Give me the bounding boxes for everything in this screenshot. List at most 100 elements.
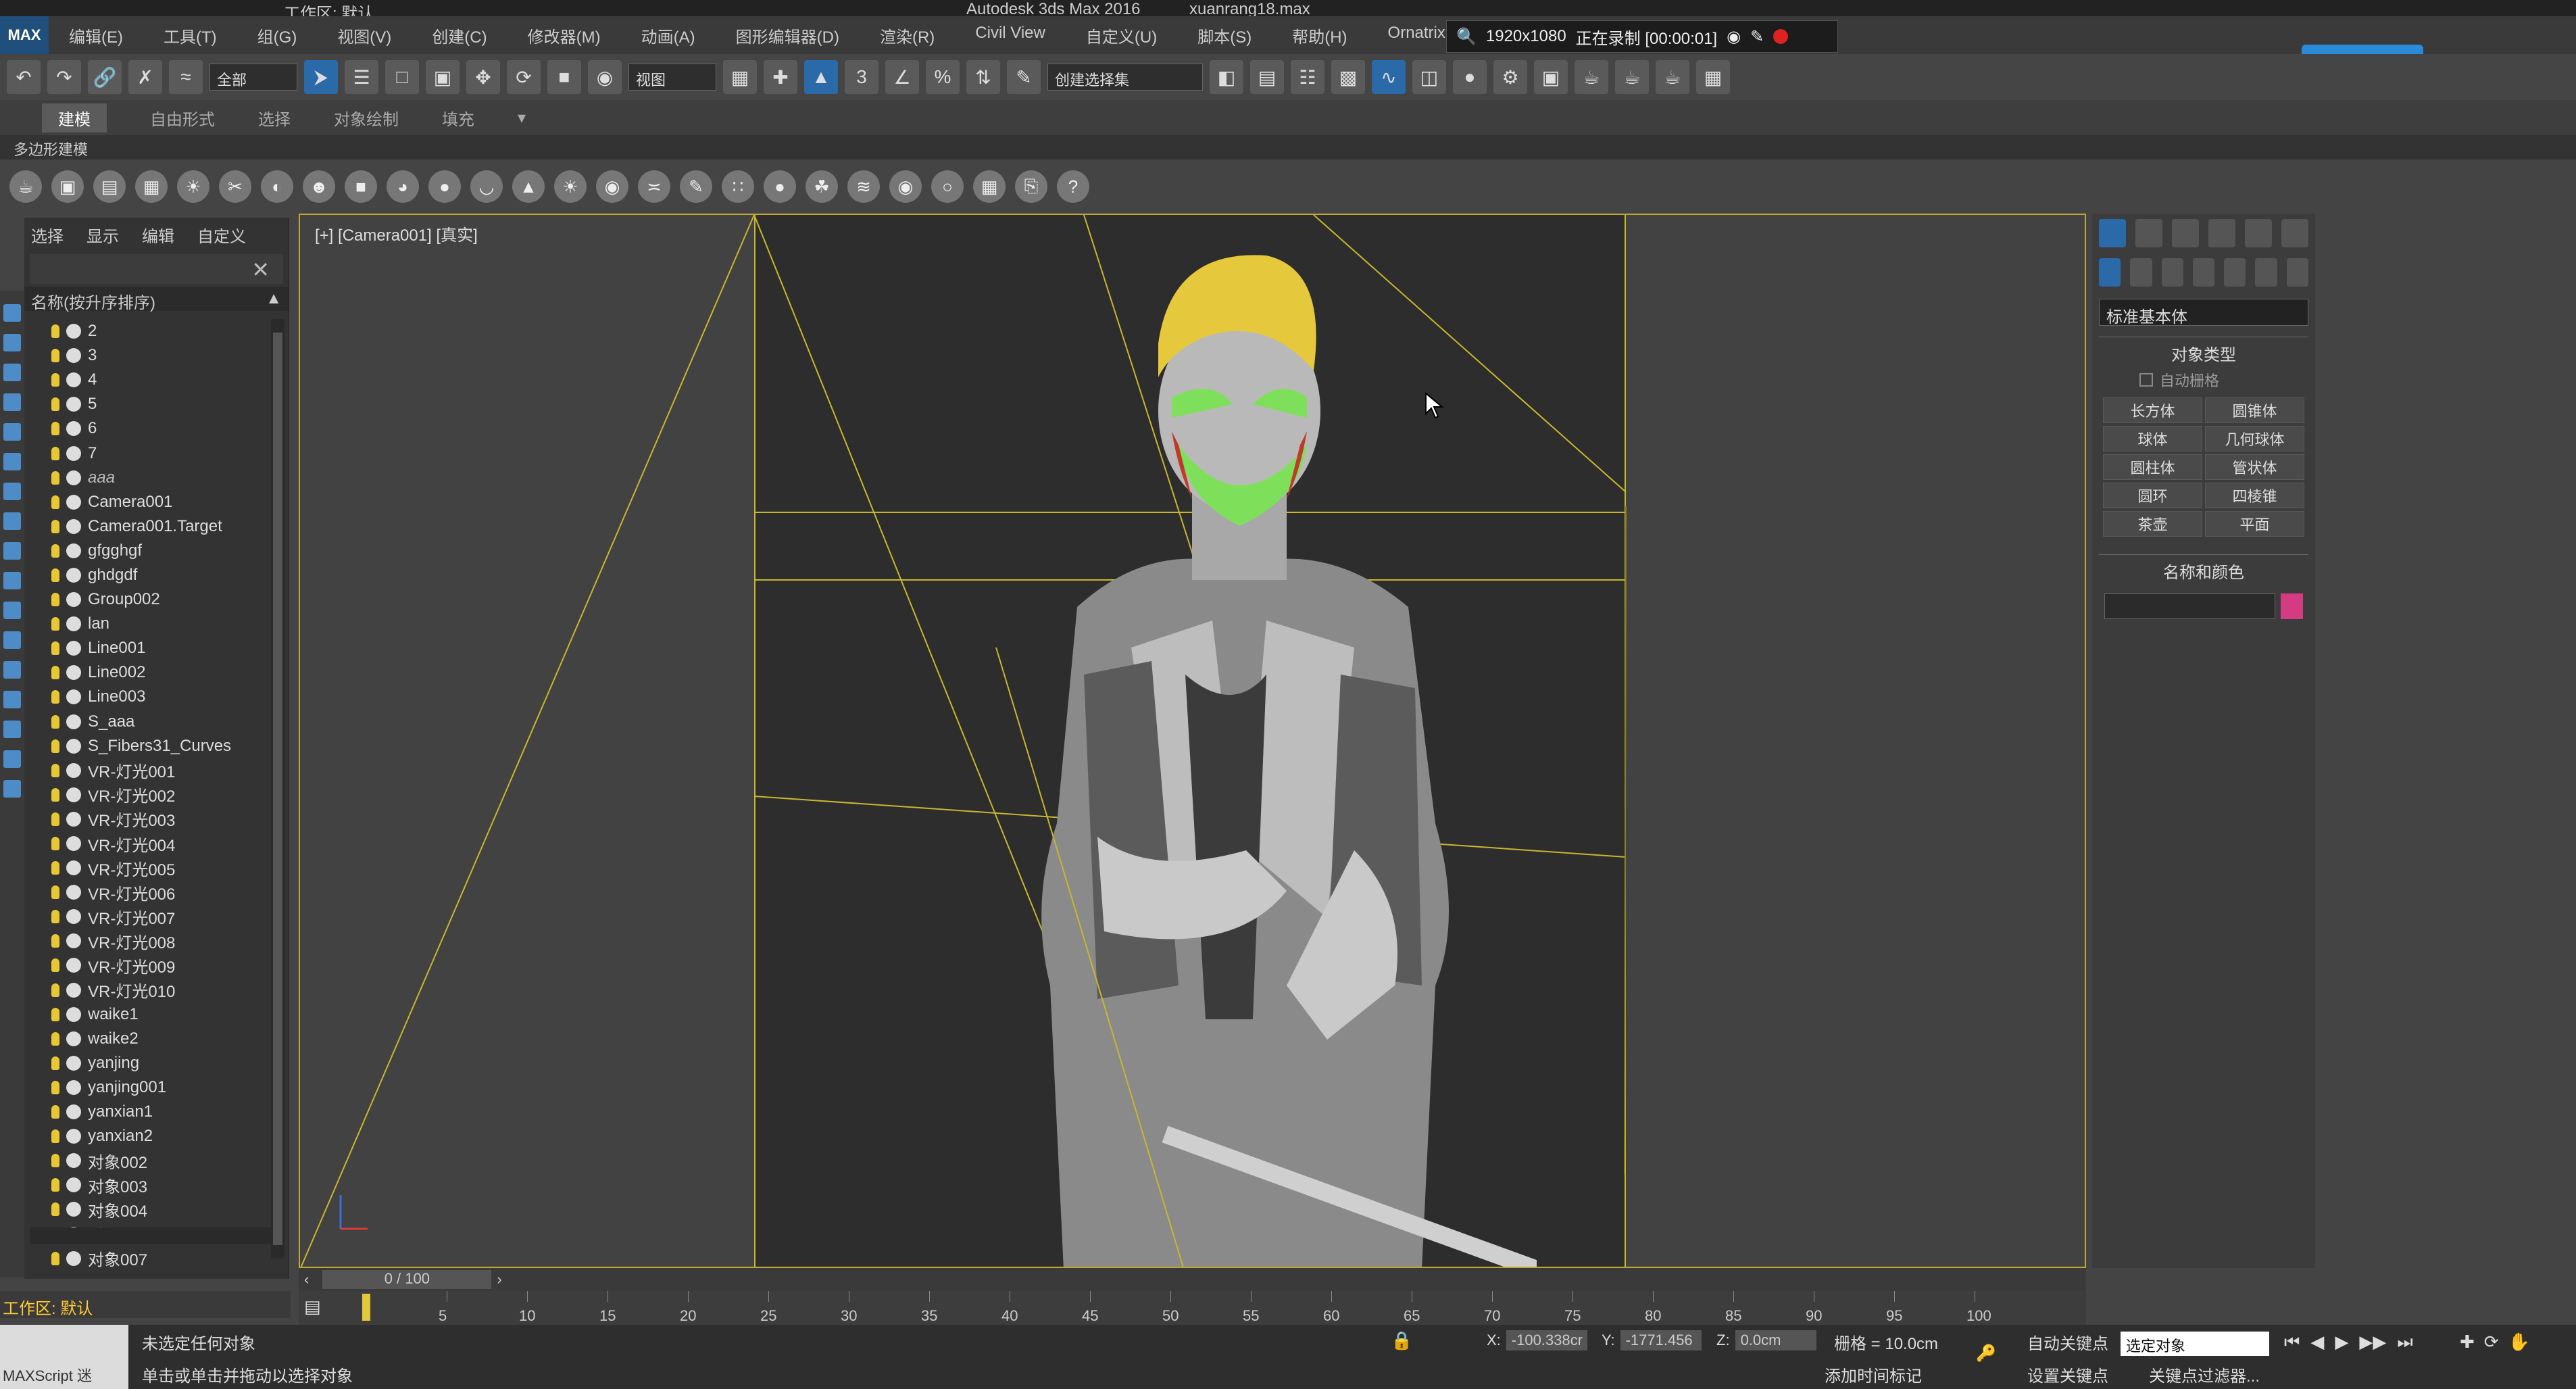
filter-spacewarps-icon[interactable] xyxy=(3,453,21,470)
go-end-icon[interactable]: ⏭ xyxy=(2397,1332,2412,1353)
display-all-icon[interactable] xyxy=(3,661,21,679)
bind-spacewarp-icon[interactable]: ≈ xyxy=(169,60,203,94)
edit-named-selection-icon[interactable]: ✎ xyxy=(1007,60,1041,94)
play-icon[interactable]: ▶ xyxy=(2335,1332,2348,1353)
menu-item[interactable]: 视图(V) xyxy=(317,24,412,47)
time-prev-icon[interactable]: ‹ xyxy=(304,1271,309,1288)
visibility-bulb-icon[interactable] xyxy=(51,812,59,826)
explorer-item[interactable]: waike2 xyxy=(24,1027,268,1051)
filter-xrefs-icon[interactable] xyxy=(3,512,21,530)
visibility-bulb-icon[interactable] xyxy=(51,1129,59,1144)
explorer-item[interactable]: VR-灯光001 xyxy=(24,758,268,783)
app-logo[interactable]: MAX xyxy=(0,16,49,54)
curve-editor-icon[interactable]: ∿ xyxy=(1372,60,1406,94)
autogrid-checkbox[interactable]: 自动栅格 xyxy=(2099,369,2308,391)
explorer-item[interactable]: 3 xyxy=(24,343,268,368)
redo-icon[interactable]: ↷ xyxy=(47,60,81,94)
track-bar-menu-icon[interactable]: ▤ xyxy=(304,1296,321,1317)
visibility-bulb-icon[interactable] xyxy=(51,324,59,339)
hierarchy-tab-icon[interactable] xyxy=(2172,219,2199,247)
visibility-bulb-icon[interactable] xyxy=(51,666,59,680)
explorer-item[interactable]: gfgghgf xyxy=(24,539,268,563)
object-type-title[interactable]: 对象类型 xyxy=(2099,337,2308,369)
explorer-item[interactable]: Line002 xyxy=(24,660,268,685)
visibility-bulb-icon[interactable] xyxy=(51,885,59,900)
explorer-item[interactable]: 对象003 xyxy=(24,1173,268,1197)
explorer-horizontal-scrollbar[interactable] xyxy=(30,1227,273,1244)
help-icon[interactable]: ? xyxy=(1057,170,1089,203)
sphere-half-icon[interactable]: ◐ xyxy=(261,170,293,203)
current-frame-marker[interactable] xyxy=(362,1294,370,1321)
explorer-item[interactable]: lan xyxy=(24,612,268,636)
visibility-bulb-icon[interactable] xyxy=(51,470,59,485)
explorer-item[interactable]: Line003 xyxy=(24,685,268,709)
explorer-item[interactable]: 5 xyxy=(24,392,268,416)
add-time-tag[interactable]: 添加时间标记 xyxy=(1825,1363,1922,1386)
ribbon-tab[interactable]: 选择 xyxy=(258,106,291,130)
explorer-item[interactable]: VR-灯光004 xyxy=(24,831,268,856)
z-coordinate[interactable]: 0.0cm xyxy=(1735,1330,1816,1350)
render-iterative-icon[interactable]: ☕ xyxy=(1656,60,1689,94)
zoom-icon[interactable]: ✚ xyxy=(2460,1332,2475,1353)
render-production-icon[interactable]: ☕ xyxy=(1615,60,1649,94)
scatter-icon[interactable]: ∷ xyxy=(722,170,754,203)
explorer-item[interactable]: VR-灯光009 xyxy=(24,953,268,977)
visibility-bulb-icon[interactable] xyxy=(51,617,59,631)
motion-tab-icon[interactable] xyxy=(2208,219,2235,247)
explorer-item[interactable]: waike1 xyxy=(24,1002,268,1027)
percent-snap-icon[interactable]: % xyxy=(926,60,960,94)
filter-frozen-icon[interactable] xyxy=(3,602,21,619)
menu-item[interactable]: 编辑(E) xyxy=(49,24,143,47)
prev-frame-icon[interactable]: ◀ xyxy=(2310,1332,2324,1353)
explorer-item[interactable]: aaa xyxy=(24,466,268,490)
explorer-item[interactable]: VR-灯光002 xyxy=(24,783,268,807)
ball-icon[interactable]: ◉ xyxy=(889,170,922,203)
angle-snap-icon[interactable]: ∠ xyxy=(885,60,919,94)
sort-up-icon[interactable]: ▲ xyxy=(266,289,282,308)
maxscript-listener[interactable]: MAXScript 迷 xyxy=(0,1325,128,1389)
invert-display-icon[interactable] xyxy=(3,721,21,738)
explorer-item[interactable]: ghdgdf xyxy=(24,563,268,587)
explorer-item[interactable]: Camera001.Target xyxy=(24,514,268,539)
visibility-bulb-icon[interactable] xyxy=(51,1056,59,1070)
menu-item[interactable]: 组(G) xyxy=(237,24,318,47)
render-setup-icon[interactable]: ⚙ xyxy=(1493,60,1527,94)
hair-icon[interactable]: ≍ xyxy=(638,170,670,203)
explorer-item[interactable]: VR-灯光005 xyxy=(24,856,268,880)
key-icon[interactable]: 🔑 xyxy=(1976,1344,1996,1363)
filter-shapes-icon[interactable] xyxy=(3,334,21,351)
white-sphere-icon[interactable]: ○ xyxy=(931,170,964,203)
filter-bones-icon[interactable] xyxy=(3,542,21,560)
sun-icon[interactable]: ☀ xyxy=(554,170,587,203)
disc-icon[interactable]: ◉ xyxy=(596,170,628,203)
schematic-view-icon[interactable]: ◫ xyxy=(1412,60,1446,94)
ribbon-tab[interactable]: 对象绘制 xyxy=(334,106,399,130)
orbit-icon[interactable]: ⟳ xyxy=(2484,1332,2499,1353)
render-teapot-icon[interactable]: ☕ xyxy=(1575,60,1608,94)
visibility-bulb-icon[interactable] xyxy=(51,397,59,412)
visibility-bulb-icon[interactable] xyxy=(51,1154,59,1168)
ribbon-toggle-icon[interactable]: ▩ xyxy=(1331,60,1365,94)
explorer-item[interactable]: Group002 xyxy=(24,587,268,612)
visibility-bulb-icon[interactable] xyxy=(51,714,59,729)
primitive-button[interactable]: 管状体 xyxy=(2205,454,2304,480)
link-icon[interactable]: 🔗 xyxy=(88,60,122,94)
bulb-icon[interactable]: ☀ xyxy=(177,170,209,203)
cone-icon[interactable]: ▲ xyxy=(512,170,545,203)
ribbon-tab[interactable]: 填充 xyxy=(442,106,474,130)
layer-manager-icon[interactable]: ☷ xyxy=(1291,60,1324,94)
object-name-input[interactable] xyxy=(2104,593,2276,619)
align-icon[interactable]: ▤ xyxy=(1250,60,1284,94)
primitive-button[interactable]: 圆柱体 xyxy=(2103,454,2202,480)
primitive-button[interactable]: 球体 xyxy=(2103,426,2202,452)
menu-item[interactable]: 自定义(U) xyxy=(1066,24,1177,47)
visibility-bulb-icon[interactable] xyxy=(51,641,59,656)
filter-geometry-icon[interactable] xyxy=(3,304,21,322)
primitive-button[interactable]: 茶壶 xyxy=(2103,511,2202,537)
menu-item[interactable]: 渲染(R) xyxy=(860,24,955,47)
export-icon[interactable]: ⎘ xyxy=(1015,170,1047,203)
pan-icon[interactable]: ✋ xyxy=(2508,1332,2530,1353)
visibility-bulb-icon[interactable] xyxy=(51,519,59,533)
y-coordinate[interactable]: -1771.456 xyxy=(1620,1330,1702,1350)
ribbon-tab[interactable]: 建模 xyxy=(42,103,107,132)
